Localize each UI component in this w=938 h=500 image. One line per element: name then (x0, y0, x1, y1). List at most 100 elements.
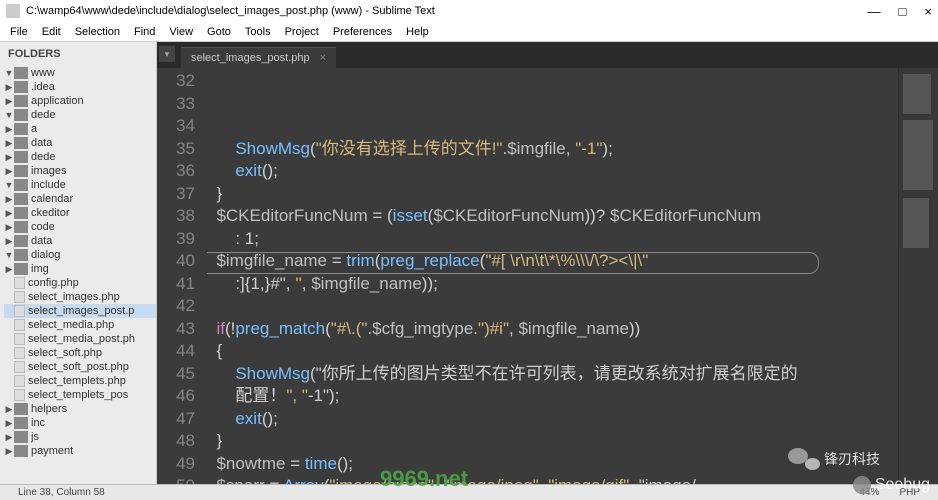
arrow-down-icon[interactable]: ▼ (4, 180, 14, 190)
folder-js[interactable]: ▶js (4, 430, 156, 444)
code-line[interactable]: { (207, 340, 898, 363)
file-select-media-php[interactable]: select_media.php (4, 318, 156, 332)
code-line[interactable]: $CKEditorFuncNum = (isset($CKEditorFuncN… (207, 205, 898, 228)
folder-icon (14, 151, 28, 163)
arrow-down-icon[interactable]: ▼ (4, 110, 14, 120)
folder-application[interactable]: ▶ application (4, 94, 156, 108)
status-position[interactable]: Line 38, Column 58 (8, 487, 115, 498)
folder-www[interactable]: ▼ www (4, 66, 156, 80)
arrow-right-icon[interactable]: ▶ (4, 446, 14, 457)
code-line[interactable]: $sparr = Array("image/pjpeg", "image/jpe… (207, 475, 898, 484)
arrow-down-icon[interactable]: ▼ (4, 68, 14, 78)
tree-item-label: application (31, 95, 84, 107)
tree-item-label: select_media.php (28, 319, 114, 331)
folder-calendar[interactable]: ▶ calendar (4, 192, 156, 206)
code-line[interactable]: : 1; (207, 228, 898, 251)
folder-code[interactable]: ▶code (4, 220, 156, 234)
menu-help[interactable]: Help (400, 24, 435, 40)
arrow-down-icon[interactable]: ▼ (4, 250, 14, 260)
arrow-right-icon[interactable]: ▶ (4, 194, 14, 205)
code-area[interactable]: ShowMsg("你没有选择上传的文件!".$imgfile, "-1"); e… (207, 68, 898, 484)
file-select-soft-php[interactable]: select_soft.php (4, 346, 156, 360)
arrow-right-icon[interactable]: ▶ (4, 82, 14, 93)
folder-data[interactable]: ▶data (4, 234, 156, 248)
code-line[interactable]: if(!preg_match("#\.(".$cfg_imgtype.")#i"… (207, 318, 898, 341)
code-line[interactable]: ShowMsg("你所上传的图片类型不在许可列表，请更改系统对扩展名限定的 (207, 363, 898, 386)
arrow-right-icon[interactable]: ▶ (4, 96, 14, 107)
tree-item-label: www (31, 67, 55, 79)
close-button[interactable]: × (924, 4, 932, 19)
minimize-button[interactable]: — (868, 4, 881, 19)
arrow-right-icon[interactable]: ▶ (4, 236, 14, 247)
code-line[interactable]: exit(); (207, 160, 898, 183)
arrow-right-icon[interactable]: ▶ (4, 432, 14, 443)
arrow-right-icon[interactable]: ▶ (4, 404, 14, 415)
maximize-button[interactable]: □ (899, 4, 907, 19)
menu-view[interactable]: View (163, 24, 199, 40)
menu-file[interactable]: File (4, 24, 34, 40)
code-line[interactable]: :]{1,}#", '', $imgfile_name)); (207, 273, 898, 296)
arrow-right-icon[interactable]: ▶ (4, 152, 14, 163)
tree-item-label: select_soft.php (28, 347, 102, 359)
file-config-php[interactable]: config.php (4, 276, 156, 290)
folder-include[interactable]: ▼include (4, 178, 156, 192)
menu-goto[interactable]: Goto (201, 24, 237, 40)
arrow-right-icon[interactable]: ▶ (4, 166, 14, 177)
code-line[interactable] (207, 295, 898, 318)
file-icon (14, 277, 25, 289)
file-select-images-php[interactable]: select_images.php (4, 290, 156, 304)
menu-find[interactable]: Find (128, 24, 161, 40)
code-line[interactable]: } (207, 183, 898, 206)
wechat-label: 锋刃科技 (824, 449, 880, 469)
menu-selection[interactable]: Selection (69, 24, 126, 40)
arrow-right-icon[interactable]: ▶ (4, 208, 14, 219)
menu-tools[interactable]: Tools (239, 24, 277, 40)
tab-close-icon[interactable]: × (320, 52, 326, 64)
tab-active[interactable]: select_images_post.php × (181, 47, 336, 68)
wechat-icon (788, 448, 820, 470)
folder-images[interactable]: ▶images (4, 164, 156, 178)
code-line[interactable]: 配置！", "-1"); (207, 385, 898, 408)
file-icon (14, 375, 25, 387)
folder-img[interactable]: ▶img (4, 262, 156, 276)
tree-item-label: calendar (31, 193, 73, 205)
tab-dropdown-icon[interactable]: ▾ (159, 46, 175, 62)
folder-dialog[interactable]: ▼ dialog (4, 248, 156, 262)
arrow-right-icon[interactable]: ▶ (4, 138, 14, 149)
folder-ckeditor[interactable]: ▶ckeditor (4, 206, 156, 220)
folder-icon (14, 67, 28, 79)
file-select-templets-pos[interactable]: select_templets_pos (4, 388, 156, 402)
menu-bar: FileEditSelectionFindViewGotoToolsProjec… (0, 22, 938, 42)
folder-inc[interactable]: ▶inc (4, 416, 156, 430)
folder-helpers[interactable]: ▶helpers (4, 402, 156, 416)
menu-edit[interactable]: Edit (36, 24, 67, 40)
folder-a[interactable]: ▶a (4, 122, 156, 136)
file-select-images-post-p[interactable]: select_images_post.p (4, 304, 156, 318)
tree-item-label: data (31, 137, 52, 149)
menu-project[interactable]: Project (279, 24, 325, 40)
tree-item-label: select_templets_pos (28, 389, 128, 401)
minimap[interactable] (898, 68, 938, 484)
code-line[interactable]: exit(); (207, 408, 898, 431)
folder-dede[interactable]: ▼dede (4, 108, 156, 122)
folder-icon (14, 109, 28, 121)
file-select-soft-post-php[interactable]: select_soft_post.php (4, 360, 156, 374)
arrow-right-icon[interactable]: ▶ (4, 264, 14, 275)
arrow-right-icon[interactable]: ▶ (4, 418, 14, 429)
file-icon (14, 305, 25, 317)
arrow-right-icon[interactable]: ▶ (4, 124, 14, 135)
folder-data[interactable]: ▶ data (4, 136, 156, 150)
tree-item-label: dialog (31, 249, 60, 261)
folder-dede[interactable]: ▶dede (4, 150, 156, 164)
file-select-media-post-ph[interactable]: select_media_post.ph (4, 332, 156, 346)
menu-preferences[interactable]: Preferences (327, 24, 398, 40)
folder-icon (14, 263, 28, 275)
arrow-right-icon[interactable]: ▶ (4, 222, 14, 233)
folder-icon (14, 193, 28, 205)
folder-payment[interactable]: ▶payment (4, 444, 156, 458)
file-select-templets-php[interactable]: select_templets.php (4, 374, 156, 388)
app-icon (6, 4, 20, 18)
folder--idea[interactable]: ▶.idea (4, 80, 156, 94)
code-line[interactable]: ShowMsg("你没有选择上传的文件!".$imgfile, "-1"); (207, 138, 898, 161)
code-line[interactable]: $imgfile_name = trim(preg_replace("#[ \r… (207, 250, 898, 273)
